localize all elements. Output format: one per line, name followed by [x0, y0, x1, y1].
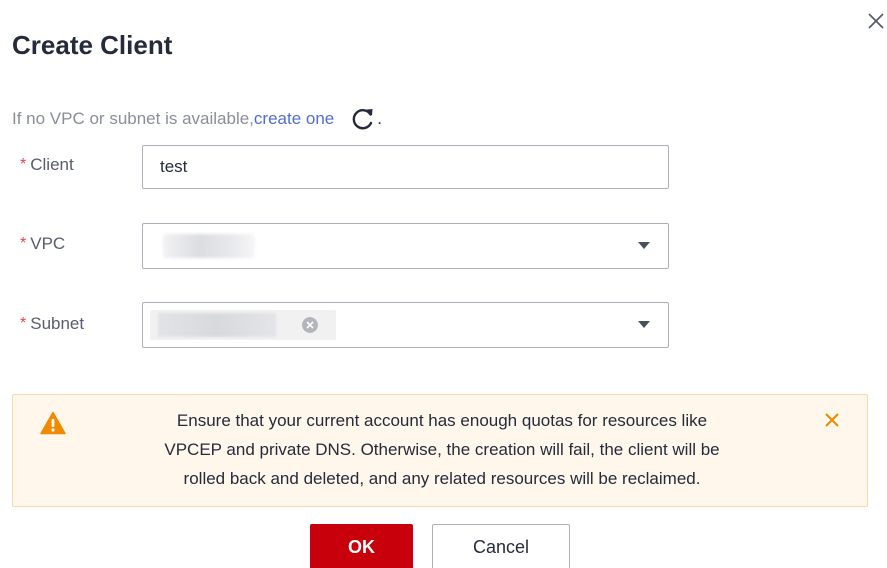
- create-client-dialog: Create Client If no VPC or subnet is ava…: [0, 0, 887, 568]
- close-icon[interactable]: [823, 411, 841, 429]
- warning-icon: [40, 411, 66, 435]
- client-label-text: Client: [30, 155, 74, 174]
- subnet-tag-value-redacted: [158, 313, 276, 337]
- dialog-title: Create Client: [12, 30, 173, 60]
- vpc-label-text: VPC: [30, 234, 66, 253]
- alert-message: Ensure that your current account has eno…: [85, 406, 799, 493]
- subnet-select[interactable]: [142, 302, 669, 348]
- chevron-down-icon: [638, 321, 650, 328]
- vpc-selected-value-redacted: [163, 234, 255, 258]
- clear-tag-icon[interactable]: [302, 317, 318, 333]
- hint-text: If no VPC or subnet is available,: [12, 109, 254, 128]
- client-name-input[interactable]: [142, 145, 669, 189]
- vpc-select[interactable]: [142, 223, 669, 269]
- alert-line: Ensure that your current account has eno…: [176, 411, 708, 430]
- ok-button[interactable]: OK: [310, 524, 413, 568]
- cancel-button[interactable]: Cancel: [432, 524, 570, 568]
- subnet-selected-tag: [150, 310, 336, 340]
- client-label: * Client: [20, 155, 74, 175]
- close-icon[interactable]: [865, 10, 887, 32]
- alert-line: rolled back and deleted, and any related…: [183, 469, 701, 488]
- refresh-icon[interactable]: [350, 106, 376, 132]
- subnet-label-text: Subnet: [30, 314, 85, 333]
- required-mark: *: [20, 315, 27, 332]
- create-one-link[interactable]: create one: [254, 109, 334, 129]
- subnet-label: * Subnet: [20, 314, 84, 334]
- vpc-label: * VPC: [20, 234, 65, 254]
- chevron-down-icon: [638, 242, 650, 249]
- required-mark: *: [20, 156, 27, 173]
- hint-period: .: [377, 109, 382, 128]
- alert-line: VPCEP and private DNS. Otherwise, the cr…: [164, 440, 720, 459]
- vpc-hint: If no VPC or subnet is available, create…: [12, 106, 382, 132]
- quota-warning-alert: Ensure that your current account has eno…: [12, 394, 868, 507]
- required-mark: *: [20, 235, 27, 252]
